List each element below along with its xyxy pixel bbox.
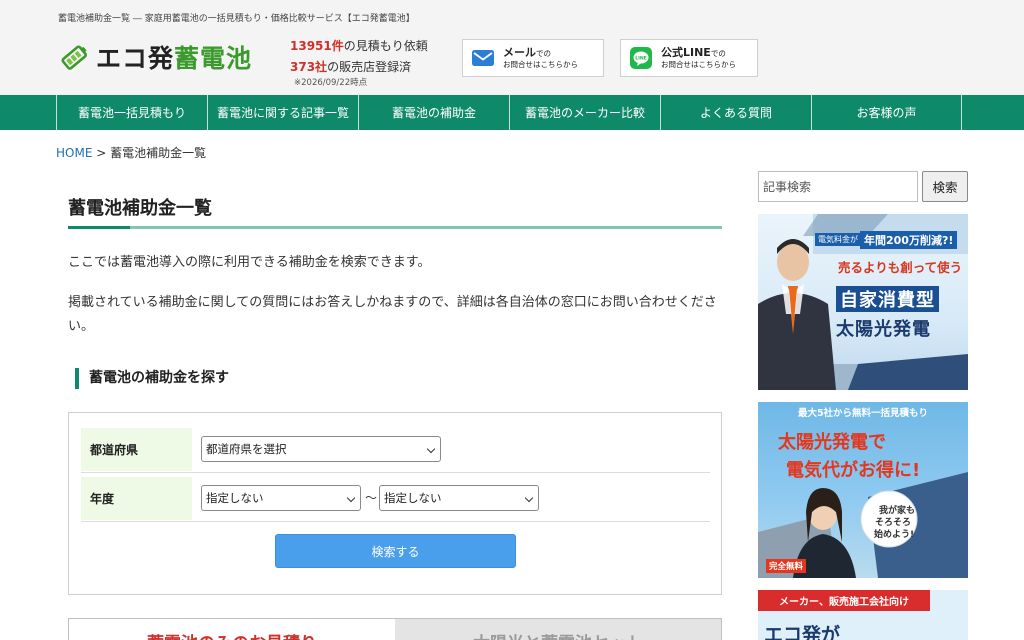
breadcrumb: HOME > 蓄電池補助金一覧 [56,144,206,161]
year-row: 年度 指定しない 〜 指定しない [81,475,710,522]
site-tagline: 蓄電池補助金一覧 ― 家庭用蓄電池の一括見積もり・価格比較サービス【エコ発蓄電池… [58,14,415,24]
prefecture-select[interactable]: 都道府県を選択 [201,436,441,462]
stats-panel: 13951件の見積もり依頼 373社の販売店登録済 ※2026/09/22時点 [290,36,428,88]
site-header: 蓄電池補助金一覧 ― 家庭用蓄電池の一括見積もり・価格比較サービス【エコ発蓄電池… [0,0,1024,95]
banner1-line2: 自家消費型 [836,286,939,312]
banner1-line1: 売るよりも創って使う [838,260,963,275]
breadcrumb-separator: > [96,146,107,160]
mail-button-sublabel: お問合せはこちらから [503,59,578,69]
mail-button-label: メール [503,45,536,59]
banner2-top-text: 最大5社から無料一括見積もり [797,408,929,419]
line-contact-button[interactable]: LINE 公式LINEでの お問合せはこちらから [620,39,758,77]
nav-item-articles[interactable]: 蓄電池に関する記事一覧 [207,95,358,130]
line-button-label: 公式LINE [661,45,711,59]
estimate-count-label: の見積もり依頼 [343,39,428,53]
site-logo[interactable]: エコ発蓄電池 [60,40,252,74]
self-consumption-solar-banner[interactable]: 電気料金が 年間200万削減?! 売るよりも創って使う 自家消費型 太陽光発電 [758,214,968,390]
year-from-select[interactable]: 指定しない [201,485,361,511]
line-button-sublabel: お問合せはこちらから [661,59,736,69]
estimate-tabs: 蓄電池のみのお見積り 太陽光と蓄電池セット [68,618,722,640]
stats-date-note: ※2026/09/22時点 [294,78,368,88]
prefecture-row: 都道府県 都道府県を選択 [81,426,710,473]
chevron-down-icon [346,493,356,503]
main-nav: 蓄電池一括見積もり 蓄電池に関する記事一覧 蓄電池の補助金 蓄電池のメーカー比較… [0,95,1024,130]
chevron-down-icon [524,493,534,503]
line-icon: LINE [630,47,652,69]
search-submit-button[interactable]: 検索する [275,534,516,568]
banner3-top-label: メーカー、販売施工会社向け [758,590,930,611]
sidebar-search-input[interactable]: 記事検索 [758,171,918,202]
mail-icon [472,47,494,69]
dealer-count: 373社 [290,60,328,74]
banner3-line1: エコ発が [764,624,841,640]
sidebar-search-button[interactable]: 検索 [922,171,968,202]
tab-solar-battery-set[interactable]: 太陽光と蓄電池セット [395,619,721,640]
breadcrumb-current: 蓄電池補助金一覧 [110,146,207,160]
notice-paragraph: 掲載されている補助金に関しての質問にはお答えしかねますので、詳細は各自治体の窓口… [68,295,717,334]
banner1-headline: 年間200万削減?! [860,231,958,249]
year-label: 年度 [81,477,192,520]
banner2-line2: 電気代がお得に! [786,460,921,481]
nav-item-maker-comparison[interactable]: 蓄電池のメーカー比較 [509,95,660,130]
page-title: 蓄電池補助金一覧 [68,198,212,219]
estimate-count: 13951件 [290,39,344,53]
intro-paragraph: ここでは蓄電池導入の際に利用できる補助金を検索できます。 [68,255,431,270]
dealer-count-label: の販売店登録済 [327,60,412,74]
search-section-heading: 蓄電池の補助金を探す [75,368,229,389]
prefecture-label: 都道府県 [81,428,192,471]
subsidy-search-form: 都道府県 都道府県を選択 年度 指定しない 〜 指定しない 検索する [68,412,722,595]
chevron-down-icon [426,444,436,454]
title-underline [68,226,722,229]
banner2-line1: 太陽光発電で [778,432,886,453]
battery-leaf-icon [60,42,90,72]
banner1-line3: 太陽光発電 [836,319,931,340]
svg-text:LINE: LINE [635,56,647,62]
banner2-bubble-line3: 始めよう! [874,530,915,540]
nav-item-faq[interactable]: よくある質問 [660,95,811,130]
nav-item-bulk-estimate[interactable]: 蓄電池一括見積もり [56,95,207,130]
banner2-free-badge: 完全無料 [766,559,807,573]
banner1-badge: 電気料金が [815,233,861,246]
business-banner[interactable]: メーカー、販売施工会社向け エコ発が [758,590,968,640]
nav-item-voices[interactable]: お客様の声 [811,95,962,130]
breadcrumb-home-link[interactable]: HOME [56,146,92,160]
logo-text: エコ発蓄電池 [96,44,253,73]
nav-item-subsidies[interactable]: 蓄電池の補助金 [358,95,509,130]
solar-estimate-banner[interactable]: 最大5社から無料一括見積もり 太陽光発電で 電気代がお得に! 我が家も そろそろ… [758,402,968,578]
year-to-select[interactable]: 指定しない [379,485,539,511]
tab-battery-only[interactable]: 蓄電池のみのお見積り [69,619,395,640]
mail-contact-button[interactable]: メールでの お問合せはこちらから [462,39,604,77]
year-range-separator: 〜 [365,491,378,505]
